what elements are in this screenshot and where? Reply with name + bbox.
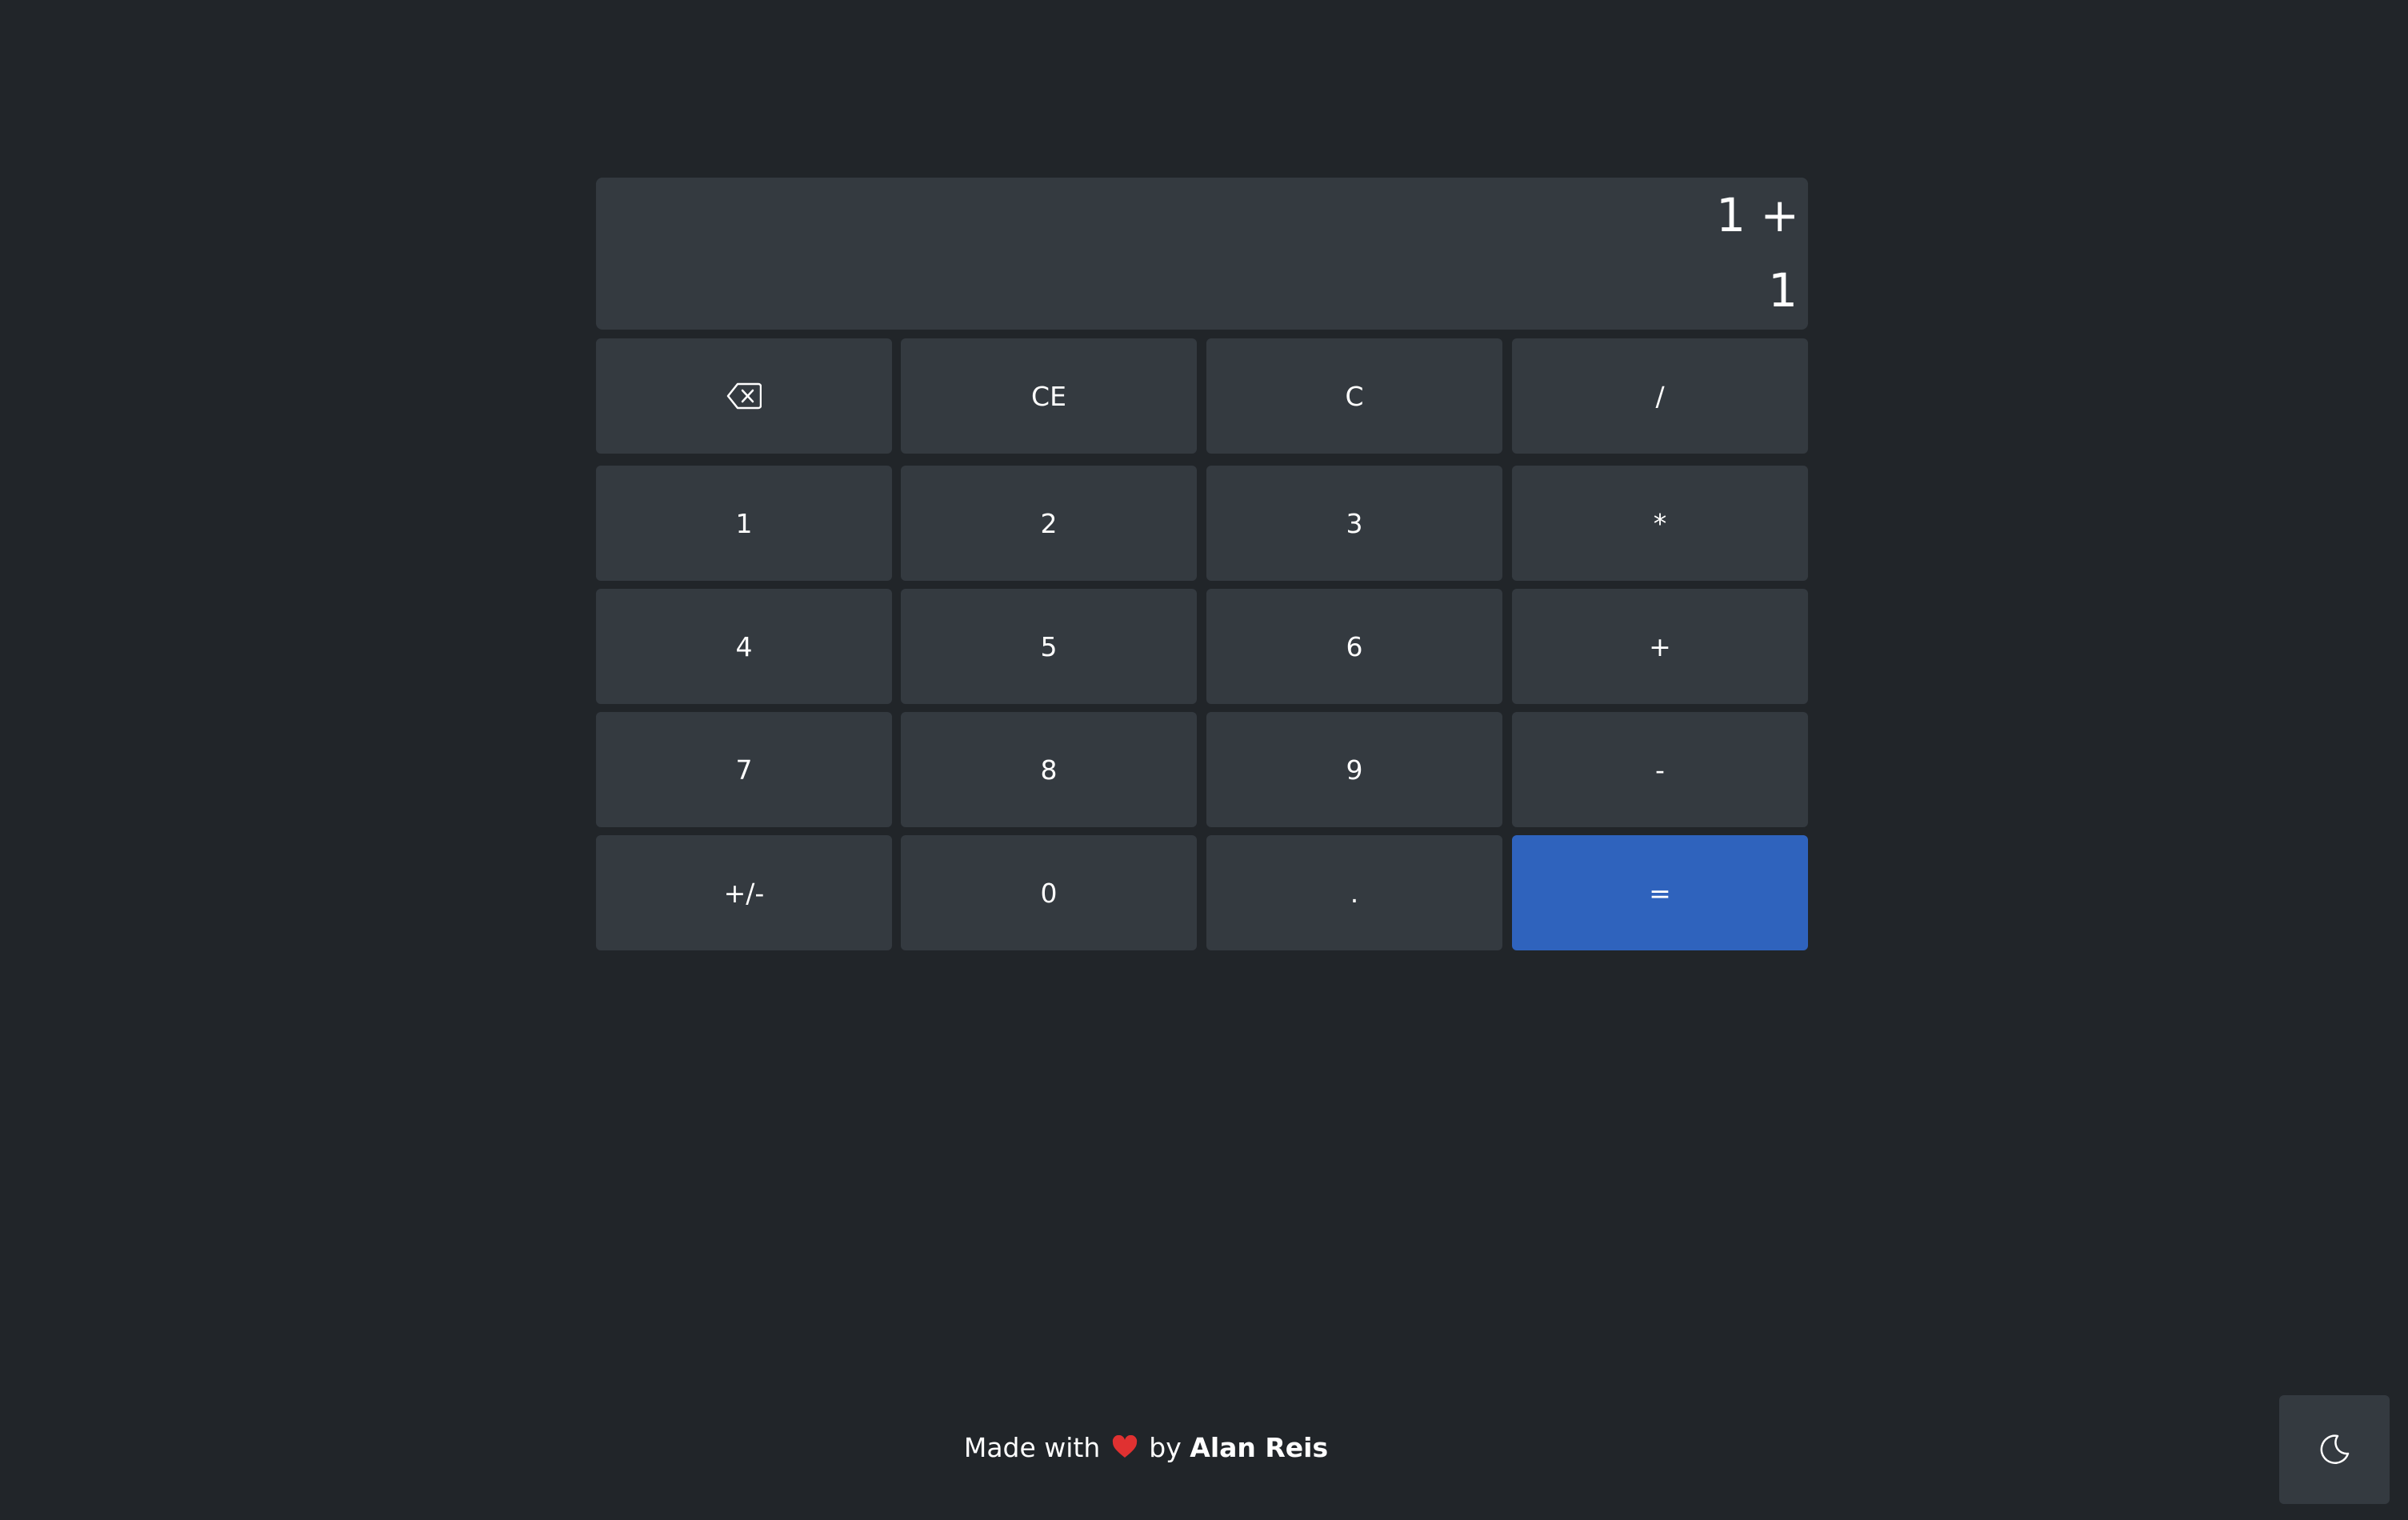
decimal-button[interactable]: . [1206,835,1502,950]
backspace-button[interactable] [596,338,892,454]
display-expression: 1 + [1716,188,1799,242]
digit-5-button[interactable]: 5 [901,589,1197,704]
moon-icon [2320,1434,2350,1464]
digit-7-button[interactable]: 7 [596,712,892,827]
clear-entry-button[interactable]: CE [901,338,1197,454]
calculator-display: 1 + 1 [596,178,1808,330]
multiply-button[interactable]: * [1512,466,1808,581]
digit-6-button[interactable]: 6 [1206,589,1502,704]
digit-4-button[interactable]: 4 [596,589,892,704]
heart-icon [1112,1435,1137,1458]
clear-button[interactable]: C [1206,338,1502,454]
backspace-icon [726,382,762,410]
digit-0-button[interactable]: 0 [901,835,1197,950]
divide-button[interactable]: / [1512,338,1808,454]
negate-button[interactable]: +/- [596,835,892,950]
digit-1-button[interactable]: 1 [596,466,892,581]
theme-toggle-button[interactable] [2279,1395,2390,1504]
footer-prefix: Made with [963,1432,1101,1463]
display-current-value: 1 [1768,263,1798,318]
digit-2-button[interactable]: 2 [901,466,1197,581]
minus-button[interactable]: - [1512,712,1808,827]
digit-8-button[interactable]: 8 [901,712,1197,827]
digit-9-button[interactable]: 9 [1206,712,1502,827]
calculator: 1 + 1 CE C / 1 2 3 * 4 5 6 + 7 8 9 - +/-… [596,178,1808,950]
digit-3-button[interactable]: 3 [1206,466,1502,581]
footer-by: by [1149,1432,1182,1463]
footer-author: Alan Reis [1190,1432,1329,1463]
plus-button[interactable]: + [1512,589,1808,704]
equals-button[interactable]: = [1512,835,1808,950]
footer: Made with by Alan Reis [0,1432,2292,1463]
